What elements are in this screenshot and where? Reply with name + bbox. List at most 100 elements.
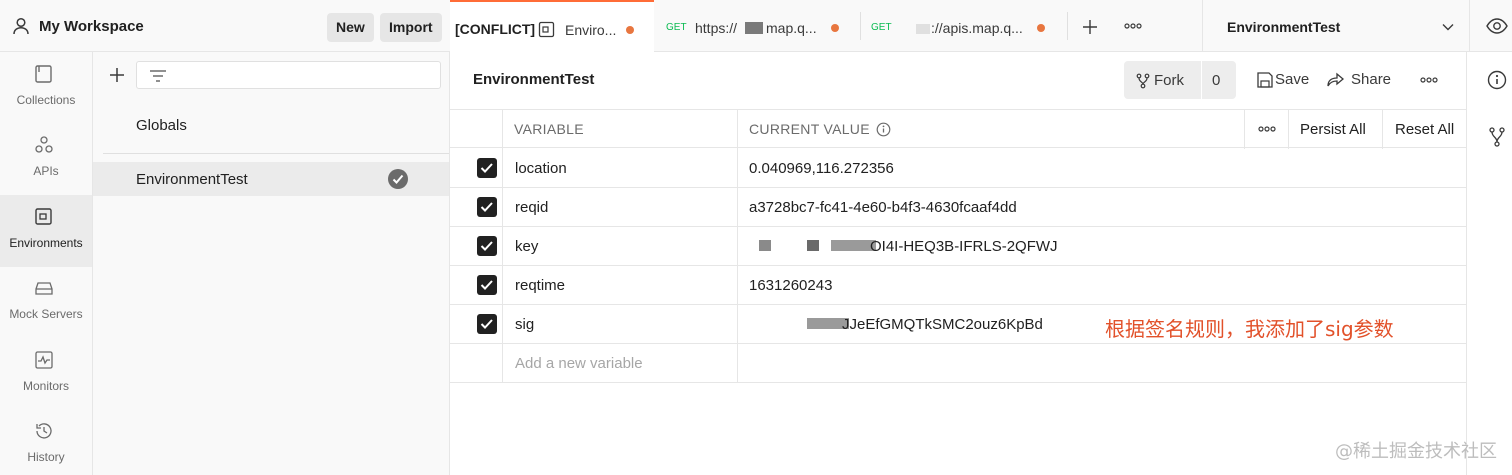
rail-item-collections[interactable]: Collections: [0, 52, 92, 124]
header-checkbox-cell: [450, 110, 503, 149]
tab-get-request-1[interactable]: GET https:// map.q...: [655, 0, 860, 52]
environments-panel: Globals EnvironmentTest: [93, 52, 450, 475]
environment-tab-icon: [538, 21, 555, 38]
save-icon[interactable]: [1256, 71, 1274, 89]
variable-name[interactable]: sig: [515, 316, 534, 333]
rail-label: Monitors: [22, 379, 69, 393]
rail-item-apis[interactable]: APIs: [0, 123, 92, 195]
share-button[interactable]: Share: [1351, 71, 1391, 88]
divider: [1201, 61, 1202, 99]
rail-label: History: [27, 450, 65, 464]
tab-divider: [1067, 12, 1068, 40]
row-checkbox[interactable]: [477, 314, 497, 334]
filter-input[interactable]: [136, 61, 441, 89]
collections-icon: [35, 65, 52, 83]
tab-title: https://: [695, 20, 738, 36]
persist-all-button[interactable]: Persist All: [1288, 110, 1382, 149]
table-header: VARIABLE CURRENT VALUE Persist All Reset…: [450, 109, 1466, 149]
info-icon[interactable]: [876, 122, 891, 137]
checkbox-cell: [450, 188, 503, 227]
unsaved-dot: [1037, 24, 1045, 32]
rail-label: Environments: [9, 236, 83, 250]
reset-all-button[interactable]: Reset All: [1382, 110, 1466, 149]
apis-icon: [35, 136, 53, 153]
rail-label: APIs: [33, 164, 59, 178]
plus-icon[interactable]: [108, 66, 126, 84]
variable-name[interactable]: reqid: [515, 199, 548, 216]
variable-name[interactable]: location: [515, 160, 567, 177]
add-variable-input[interactable]: Add a new variable: [515, 355, 643, 372]
variable-value[interactable]: 0.040969,116.272356: [749, 160, 894, 177]
rail-item-mock-servers[interactable]: Mock Servers: [0, 266, 92, 338]
environment-editor: EnvironmentTest Fork 0 Save Share VARIAB…: [450, 52, 1466, 475]
info-icon[interactable]: [1487, 70, 1507, 90]
new-tab-plus-icon[interactable]: [1082, 19, 1098, 35]
variable-header: VARIABLE: [514, 121, 584, 137]
table-more-button[interactable]: [1244, 110, 1288, 149]
row-checkbox[interactable]: [477, 236, 497, 256]
rail-item-history[interactable]: History: [0, 409, 92, 475]
rail-item-environments[interactable]: Environments: [0, 195, 92, 267]
chevron-down-icon: [1442, 24, 1454, 31]
fork-icon[interactable]: [1489, 127, 1505, 147]
variable-name[interactable]: reqtime: [515, 277, 565, 294]
globals-item[interactable]: Globals: [136, 117, 187, 134]
redacted-block: [916, 24, 930, 34]
divider: [103, 153, 449, 154]
checkbox-cell: [450, 227, 503, 266]
environment-name: EnvironmentTest: [136, 171, 248, 188]
import-button[interactable]: Import: [380, 13, 442, 42]
watermark: @稀土掘金技术社区: [1335, 441, 1497, 462]
user-icon: [13, 17, 29, 35]
filter-icon: [150, 70, 166, 82]
redacted-block: [759, 240, 771, 251]
more-options-icon: [1258, 126, 1276, 132]
nav-rail: Collections APIs Environments Mock Serve…: [0, 52, 93, 475]
annotation-text: 根据签名规则，我添加了sig参数: [1105, 317, 1394, 341]
rail-item-monitors[interactable]: Monitors: [0, 338, 92, 410]
environment-selector[interactable]: EnvironmentTest: [1202, 0, 1470, 52]
mock-servers-icon: [35, 282, 53, 295]
fork-icon: [1136, 73, 1150, 89]
rail-label: Mock Servers: [9, 307, 83, 321]
table-row: key OI4I-HEQ3B-IFRLS-2QFWJ: [450, 227, 1466, 266]
more-options-icon[interactable]: [1420, 76, 1438, 84]
rail-label: Collections: [16, 93, 76, 107]
tab-conflict-prefix: [CONFLICT]: [455, 21, 536, 37]
tab-environment-conflict[interactable]: [CONFLICT] Enviro...: [450, 0, 654, 52]
fork-label: Fork: [1154, 72, 1184, 89]
row-checkbox[interactable]: [477, 158, 497, 178]
checkbox-cell: [450, 149, 503, 188]
row-checkbox[interactable]: [477, 275, 497, 295]
variable-value[interactable]: JJeEfGMQTkSMC2ouz6KpBd: [842, 316, 1043, 333]
fork-count: 0: [1212, 72, 1221, 89]
active-check-icon[interactable]: [388, 169, 408, 189]
save-button[interactable]: Save: [1275, 71, 1309, 88]
redacted-block: [807, 240, 819, 251]
table-row-add: Add a new variable: [450, 344, 1466, 383]
checkbox-cell: [450, 305, 503, 344]
variable-value[interactable]: OI4I-HEQ3B-IFRLS-2QFWJ: [870, 238, 1058, 255]
eye-icon[interactable]: [1486, 17, 1508, 35]
variable-cell: [503, 305, 738, 344]
tab-title: ://apis.map.q...: [931, 20, 1023, 36]
tab-title: Enviro...: [565, 22, 617, 38]
fork-button[interactable]: Fork 0: [1124, 61, 1236, 99]
new-button[interactable]: New: [327, 13, 374, 42]
history-icon: [36, 423, 52, 439]
variable-value[interactable]: 1631260243: [749, 277, 832, 294]
row-checkbox[interactable]: [477, 197, 497, 217]
tab-title-tail: map.q...: [766, 20, 817, 36]
tab-method: GET: [666, 22, 687, 33]
share-icon[interactable]: [1327, 72, 1345, 88]
checkbox-cell: [450, 266, 503, 305]
reset-all-label: Reset All: [1395, 121, 1455, 138]
variable-value[interactable]: a3728bc7-fc41-4e60-b4f3-4630fcaaf4dd: [749, 199, 1017, 216]
workspace-title[interactable]: My Workspace: [39, 18, 144, 35]
more-tabs-icon[interactable]: [1124, 22, 1142, 30]
table-row: reqid a3728bc7-fc41-4e60-b4f3-4630fcaaf4…: [450, 188, 1466, 227]
variable-name[interactable]: key: [515, 238, 538, 255]
app-window: My Workspace New Import Collections APIs…: [0, 0, 1512, 475]
environment-item[interactable]: EnvironmentTest: [93, 162, 449, 196]
tab-get-request-2[interactable]: GET ://apis.map.q...: [861, 0, 1067, 52]
